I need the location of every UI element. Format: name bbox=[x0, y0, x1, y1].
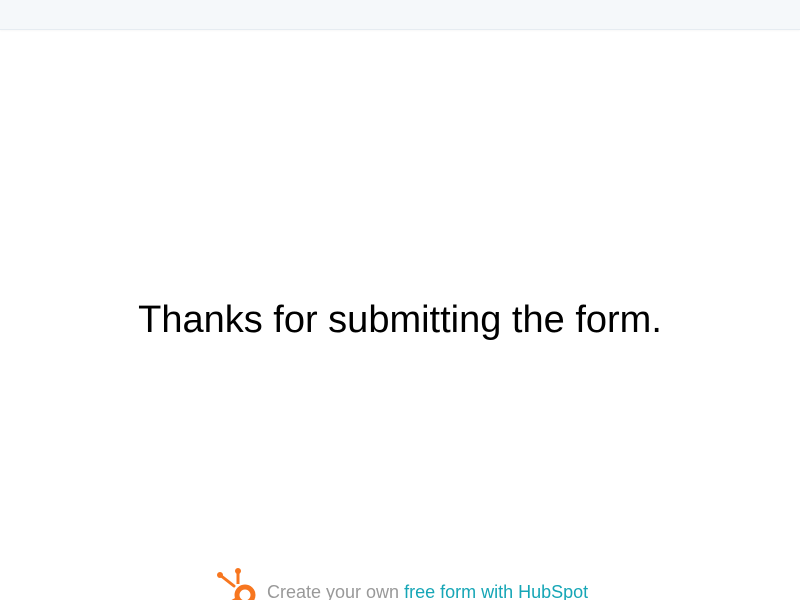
footer-prompt: Create your own bbox=[267, 582, 405, 600]
hubspot-free-form-link[interactable]: free form with HubSpot bbox=[404, 582, 588, 600]
footer-text: Create your own free form with HubSpot bbox=[267, 581, 588, 600]
top-bar bbox=[0, 0, 800, 30]
confirmation-message: Thanks for submitting the form. bbox=[138, 299, 662, 341]
footer: Create your own free form with HubSpot bbox=[0, 566, 800, 600]
hubspot-sprocket-icon[interactable] bbox=[217, 568, 257, 600]
